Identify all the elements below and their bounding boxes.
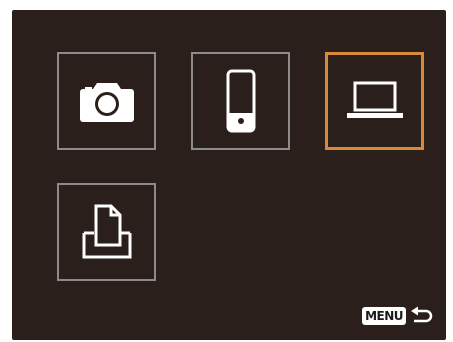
tile-printer[interactable]	[57, 183, 156, 281]
wifi-connect-screen: MENU	[12, 10, 446, 340]
camera-icon	[79, 79, 135, 123]
printer-icon	[80, 203, 134, 261]
tile-smartphone[interactable]	[191, 52, 290, 150]
smartphone-icon	[226, 69, 256, 133]
tile-camera[interactable]	[57, 52, 156, 150]
back-hint[interactable]: MENU	[362, 306, 434, 326]
back-arrow-icon	[410, 306, 434, 326]
tile-computer[interactable]	[325, 52, 424, 150]
menu-button-label: MENU	[362, 307, 406, 325]
computer-icon	[345, 81, 405, 121]
